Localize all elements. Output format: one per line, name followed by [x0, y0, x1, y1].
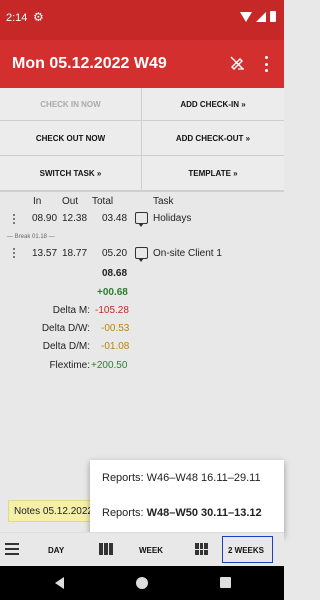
row-total: 03.48 — [102, 213, 128, 224]
delta-day-week-label: Delta D/W: — [41, 323, 90, 334]
report-item-w48-w50[interactable]: Reports: W48–W50 30.11–13.12 — [102, 507, 262, 519]
comment-icon[interactable] — [135, 247, 148, 262]
add-check-out-button[interactable]: ADD CHECK-OUT » — [142, 121, 284, 156]
check-out-now-button[interactable]: CHECK OUT NOW — [0, 121, 142, 156]
row-in[interactable]: 08.90 — [32, 213, 57, 224]
day-total: 08.68 — [102, 268, 128, 279]
wifi-icon — [240, 11, 252, 22]
report-item-prefix: Reports: — [102, 507, 147, 519]
list-view-icon[interactable] — [5, 543, 19, 555]
delta-day-week-value: -00.53 — [101, 323, 130, 334]
add-check-in-button[interactable]: ADD CHECK-IN » — [142, 88, 284, 121]
column-header-in: In — [33, 196, 42, 207]
cell-signal-icon — [256, 11, 266, 22]
delta-day-month-value: -01.08 — [101, 341, 130, 352]
column-header-total: Total — [92, 196, 114, 207]
status-bar: 2:14 ⚙ — [0, 0, 284, 40]
check-in-now-button[interactable]: CHECK IN NOW — [0, 88, 142, 121]
template-button[interactable]: TEMPLATE » — [142, 156, 284, 191]
tab-day[interactable]: DAY — [48, 546, 64, 555]
battery-icon — [270, 11, 276, 22]
column-header-out: Out — [62, 196, 79, 207]
edit-strikethrough-icon[interactable] — [229, 55, 245, 71]
week-view-icon[interactable] — [99, 543, 113, 555]
delta-month-label: Delta M: — [52, 305, 90, 316]
switch-task-button[interactable]: SWITCH TASK » — [0, 156, 142, 191]
delta-day-month-label: Delta D/M: — [42, 341, 90, 352]
status-time: 2:14 — [6, 12, 28, 24]
tab-two-weeks[interactable]: 2 WEEKS — [228, 546, 264, 555]
reports-popup-menu: Reports: W46–W48 16.11–29.11 Reports: W4… — [90, 460, 284, 536]
row-in[interactable]: 13.57 — [32, 248, 57, 259]
row-out[interactable]: 18.77 — [62, 248, 87, 259]
home-icon[interactable] — [136, 577, 148, 589]
row-task[interactable]: Holidays — [153, 213, 191, 224]
notes-field[interactable]: Notes 05.12.2022 — [8, 500, 93, 522]
page-title: Mon 05.12.2022 W49 — [12, 55, 167, 72]
recent-apps-icon[interactable] — [220, 577, 231, 588]
break-label: — Break 01.18 — — [7, 234, 55, 240]
delta-month-value: -105.28 — [95, 305, 129, 316]
flextime-value: +200.50 — [91, 360, 128, 371]
row-total: 05.20 — [102, 248, 128, 259]
day-delta: +00.68 — [97, 287, 128, 298]
tab-week[interactable]: WEEK — [139, 546, 163, 555]
action-button-grid: CHECK IN NOW ADD CHECK-IN » CHECK OUT NO… — [0, 88, 284, 192]
system-nav-bar — [0, 566, 284, 600]
bottom-view-bar: DAY WEEK 2 WEEKS — [0, 532, 284, 566]
settings-gear-icon: ⚙ — [33, 10, 44, 24]
status-icons — [240, 11, 276, 22]
report-item-w46-w48[interactable]: Reports: W46–W48 16.11–29.11 — [102, 472, 261, 484]
back-icon[interactable] — [55, 577, 64, 589]
flextime-label: Flextime: — [49, 360, 90, 371]
row-menu-icon[interactable] — [13, 214, 16, 224]
row-out[interactable]: 12.38 — [62, 213, 87, 224]
app-bar: Mon 05.12.2022 W49 — [0, 40, 284, 88]
row-task[interactable]: On-site Client 1 — [153, 248, 222, 259]
more-options-icon[interactable] — [262, 54, 270, 74]
column-header-task: Task — [153, 196, 174, 207]
row-menu-icon[interactable] — [13, 248, 16, 258]
grid-view-icon[interactable] — [195, 543, 208, 555]
comment-icon[interactable] — [135, 212, 148, 227]
report-item-range: W48–W50 30.11–13.12 — [146, 507, 262, 519]
